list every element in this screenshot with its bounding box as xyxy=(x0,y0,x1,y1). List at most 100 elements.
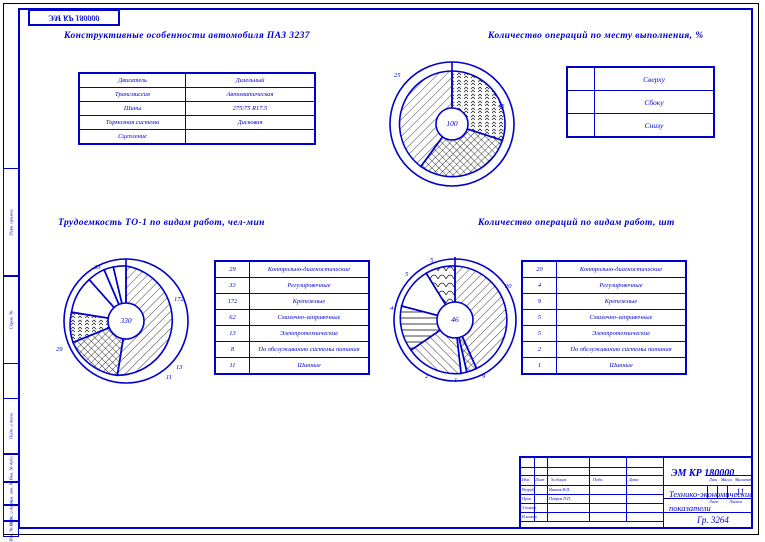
pie-slice-label: 20 xyxy=(505,283,512,290)
pie-chart-labour-to1: 330 172 29 33 13 11 xyxy=(56,256,196,386)
legend-table-operations-by-type: 20 Контрольно-диагностические 4 Регулиро… xyxy=(521,260,687,375)
title-block-name: Петров П.П. xyxy=(549,496,572,501)
spec-value: Дисковая xyxy=(185,115,316,130)
legend-label: Крепежные xyxy=(556,293,687,310)
specs-table: Двигатель Дизельный Трансмиссия Автомати… xyxy=(78,72,316,145)
title-block-rule xyxy=(521,485,753,486)
legend-label: Контрольно-диагностические xyxy=(249,260,370,278)
legend-label: Смазочно-заправочные xyxy=(556,309,687,326)
legend-label: Контрольно-диагностические xyxy=(556,260,687,278)
legend-value: 20 xyxy=(521,260,557,278)
title-block-small-header: Масса xyxy=(721,477,732,482)
title-block-rule xyxy=(626,458,627,521)
spec-value: 275/75 R17.5 xyxy=(185,101,316,116)
legend-value: 2 xyxy=(521,341,557,358)
stamp-box: Подп. и дата xyxy=(3,398,19,454)
table-row: Сцепление xyxy=(78,129,316,145)
pie-slice-label: 45 xyxy=(498,103,505,110)
spec-value xyxy=(185,129,316,145)
legend-value: 9 xyxy=(521,293,557,310)
legend-label: Шинные xyxy=(249,357,370,375)
legend-value: 29 xyxy=(214,260,250,278)
table-row: 20 Контрольно-диагностические xyxy=(521,260,687,278)
title-block-small-header: Масштаб xyxy=(735,477,753,482)
stamp-box: Инв. № подл. xyxy=(3,516,19,542)
title-block-small-header: Лит. xyxy=(709,477,718,482)
stamp-box: Инв. № дубл. xyxy=(3,454,19,482)
section-title-top-left: Конструктивные особенности автомобиля ПА… xyxy=(64,31,310,41)
title-block-rule xyxy=(521,475,663,476)
margin-stamp-column: Перв. примен. Справ. № Подп. и дата Инв.… xyxy=(3,8,19,542)
table-row: 9 Крепежные xyxy=(521,293,687,310)
pie-chart-operations-by-type: 46 20 5 5 4 2 1 9 xyxy=(390,255,520,385)
legend-label: По обслуживанию системы питания xyxy=(556,341,687,358)
table-row: Двигатель Дизельный xyxy=(78,72,316,88)
title-block-sheet-number: 11 xyxy=(736,487,745,497)
spec-param: Сцепление xyxy=(78,129,186,145)
pie-slice-label: 172 xyxy=(174,296,184,303)
table-row: 5 Электротехнические xyxy=(521,325,687,342)
title-block-col-header: Подп. xyxy=(593,477,603,482)
title-block-rule xyxy=(589,458,590,521)
title-block-sheet-label: Листов xyxy=(729,499,743,504)
stamp-box: Справ. № xyxy=(3,276,19,364)
legend-label: Сбоку xyxy=(594,90,715,114)
table-row: 33 Регулировочные xyxy=(214,277,370,294)
title-block-rule xyxy=(547,458,548,521)
stamp-label: Инв. № подл. xyxy=(8,516,14,542)
pie-slice-label: 4 xyxy=(390,305,394,312)
section-title-bottom-right: Количество операций по видам работ, шт xyxy=(478,218,675,228)
table-row: 172 Крепежные xyxy=(214,293,370,310)
table-row: 4 Регулировочные xyxy=(521,277,687,294)
pie-slice-label: 13 xyxy=(176,364,183,371)
title-block-col-header: Дата xyxy=(629,477,639,482)
legend-value: 5 xyxy=(521,309,557,326)
legend-label: Смазочно-заправочные xyxy=(249,309,370,326)
legend-swatch xyxy=(566,90,595,114)
legend-label: Снизу xyxy=(594,113,715,138)
table-row: Снизу xyxy=(566,113,715,138)
table-row: 11 Шинные xyxy=(214,357,370,375)
legend-value: 62 xyxy=(214,309,250,326)
table-row: Трансмиссия Автоматическая xyxy=(78,87,316,102)
pie-slice-label: 5 xyxy=(405,271,409,278)
table-row: Тормозная система Дисковая xyxy=(78,115,316,130)
legend-value: 1 xyxy=(521,357,557,375)
legend-label: Крепежные xyxy=(249,293,370,310)
legend-value: 11 xyxy=(214,357,250,375)
stamp-label: Перв. примен. xyxy=(8,208,14,236)
table-row: 62 Смазочно-заправочные xyxy=(214,309,370,326)
table-row: 8 По обслуживанию системы питания xyxy=(214,341,370,358)
legend-table-labour-to1: 29 Контрольно-диагностические 33 Регулир… xyxy=(214,260,370,375)
pie-slice-label: 9 xyxy=(482,373,486,380)
spec-param: Двигатель xyxy=(78,72,186,88)
title-block-sheet-label: Лист xyxy=(709,499,719,504)
legend-value: 172 xyxy=(214,293,250,310)
stamp-label: Инв. № дубл. xyxy=(8,455,14,481)
legend-swatch xyxy=(566,113,595,138)
table-row: 1 Шинные xyxy=(521,357,687,375)
table-row: 13 Электротехнические xyxy=(214,325,370,342)
legend-table-operations-by-place: Сверху Сбоку Снизу xyxy=(566,66,715,138)
title-block-role: Н.контр. xyxy=(522,514,538,519)
spec-value: Автоматическая xyxy=(185,87,316,102)
title-block-rule xyxy=(521,521,663,522)
title-block-role: Т.контр. xyxy=(522,505,537,510)
legend-label: Регулировочные xyxy=(556,277,687,294)
pie-center-value: 330 xyxy=(120,316,132,325)
sheet-code-tag: ЭМ КР 180000 xyxy=(28,9,120,26)
legend-label: По обслуживанию системы питания xyxy=(249,341,370,358)
table-row: 29 Контрольно-диагностические xyxy=(214,260,370,278)
title-block: ЭМ КР 180000 Технико-экономические показ… xyxy=(519,456,753,529)
legend-value: 4 xyxy=(521,277,557,294)
sheet-code-tag-text: ЭМ КР 180000 xyxy=(48,13,100,22)
legend-label: Сверху xyxy=(594,66,715,91)
title-block-col-header: Изм. xyxy=(522,477,530,482)
legend-label: Электротехнические xyxy=(249,325,370,342)
title-block-rule xyxy=(521,503,663,504)
pie-center-value: 100 xyxy=(446,119,458,128)
pie-slice-label: 1 xyxy=(454,377,458,384)
spec-param: Шины xyxy=(78,101,186,116)
title-block-rule xyxy=(521,467,663,468)
legend-value: 5 xyxy=(521,325,557,342)
